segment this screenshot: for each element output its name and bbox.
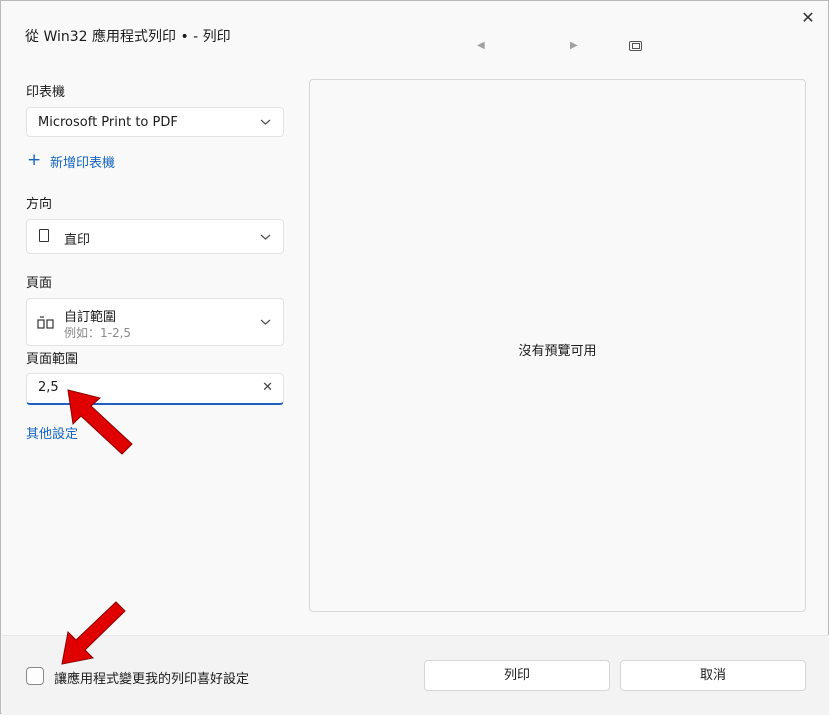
chevron-down-icon	[260, 116, 271, 129]
printer-label: 印表機	[26, 85, 66, 100]
add-printer-link[interactable]: 新增印表機	[50, 152, 115, 171]
next-page-icon[interactable]: ▶	[570, 40, 578, 51]
pages-label: 頁面	[26, 276, 53, 291]
plus-icon: +	[27, 150, 42, 170]
annotation-arrow-icon	[67, 389, 133, 455]
pages-hint: 例如：1-2,5	[64, 326, 132, 340]
chevron-down-icon	[260, 231, 271, 244]
page-range-icon	[37, 315, 55, 334]
previous-page-icon[interactable]: ◀	[477, 40, 485, 51]
dialog-title: 從 Win32 應用程式列印 • - 列印	[25, 29, 231, 45]
annotation-arrow-icon	[61, 601, 126, 665]
page-range-label: 頁面範圍	[26, 352, 79, 367]
printer-select[interactable]: Microsoft Print to PDF	[26, 107, 284, 137]
close-icon[interactable]: ✕	[797, 7, 819, 29]
printer-selected-value: Microsoft Print to PDF	[38, 115, 178, 130]
print-preview-pane: 沒有預覽可用	[309, 79, 806, 612]
fit-page-icon[interactable]	[629, 41, 642, 51]
pages-selected-value: 自訂範圍	[64, 310, 117, 325]
orientation-label: 方向	[26, 197, 53, 212]
chevron-down-icon	[260, 316, 271, 329]
orientation-select[interactable]: 直印	[26, 219, 284, 254]
cancel-button[interactable]: 取消	[620, 660, 806, 691]
no-preview-message: 沒有預覽可用	[518, 344, 597, 359]
clear-icon[interactable]: ✕	[262, 380, 273, 395]
document-icon	[39, 229, 49, 242]
print-button[interactable]: 列印	[424, 660, 610, 691]
orientation-selected-value: 直印	[64, 233, 91, 248]
pages-select[interactable]: 自訂範圍 例如：1-2,5	[26, 298, 284, 346]
